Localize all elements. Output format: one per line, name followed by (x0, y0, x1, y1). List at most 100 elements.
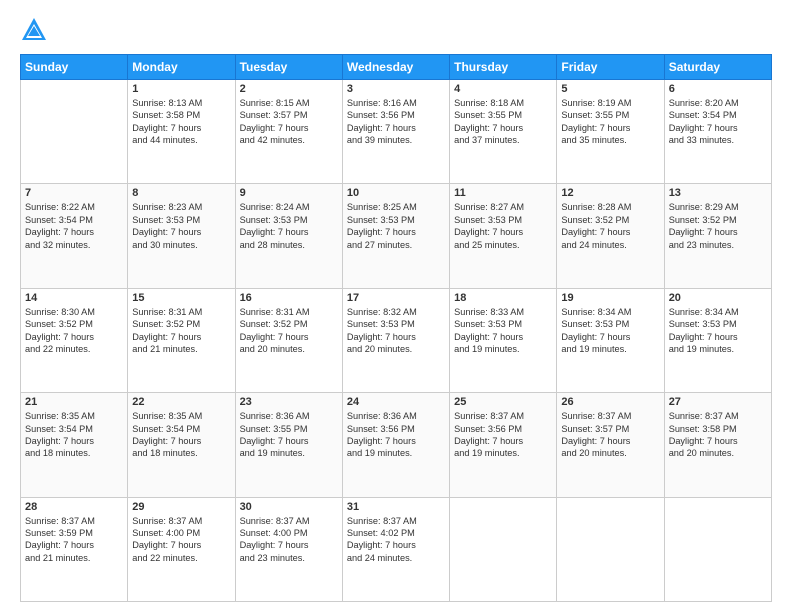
cell-content: Sunrise: 8:34 AMSunset: 3:53 PMDaylight:… (669, 306, 767, 356)
day-number: 1 (132, 83, 230, 95)
day-number: 9 (240, 187, 338, 199)
day-number: 6 (669, 83, 767, 95)
calendar-cell: 10 Sunrise: 8:25 AMSunset: 3:53 PMDayligh… (342, 184, 449, 288)
day-number: 2 (240, 83, 338, 95)
cell-content: Sunrise: 8:15 AMSunset: 3:57 PMDaylight:… (240, 97, 338, 147)
day-number: 25 (454, 396, 552, 408)
calendar-cell: 7Sunrise: 8:22 AMSunset: 3:54 PMDaylight… (21, 184, 128, 288)
cell-content: Sunrise: 8:27 AMSunset: 3:53 PMDaylight:… (454, 201, 552, 251)
calendar-body: 1Sunrise: 8:13 AMSunset: 3:58 PMDaylight… (21, 80, 772, 602)
day-number: 31 (347, 501, 445, 513)
calendar-cell (450, 497, 557, 601)
cell-content: Sunrise: 8:37 AMSunset: 4:02 PMDaylight:… (347, 515, 445, 565)
calendar-cell: 6 Sunrise: 8:20 AMSunset: 3:54 PMDaylight… (664, 80, 771, 184)
cell-content: Sunrise: 8:35 AMSunset: 3:54 PMDaylight:… (25, 410, 123, 460)
calendar-cell: 12 Sunrise: 8:28 AMSunset: 3:52 PMDayligh… (557, 184, 664, 288)
day-number: 23 (240, 396, 338, 408)
calendar-cell: 22Sunrise: 8:35 AMSunset: 3:54 PMDayligh… (128, 393, 235, 497)
day-number: 7 (25, 187, 123, 199)
calendar-cell: 29 Sunrise: 8:37 AMSunset: 4:00 PMDayligh… (128, 497, 235, 601)
day-number: 16 (240, 292, 338, 304)
cell-content: Sunrise: 8:36 AMSunset: 3:55 PMDaylight:… (240, 410, 338, 460)
day-number: 21 (25, 396, 123, 408)
day-number: 26 (561, 396, 659, 408)
day-number: 10 (347, 187, 445, 199)
calendar-cell: 17 Sunrise: 8:32 AMSunset: 3:53 PMDayligh… (342, 288, 449, 392)
calendar-cell: 30 Sunrise: 8:37 AMSunset: 4:00 PMDayligh… (235, 497, 342, 601)
day-number: 4 (454, 83, 552, 95)
cell-content: Sunrise: 8:31 AMSunset: 3:52 PMDaylight:… (132, 306, 230, 356)
day-header-thursday: Thursday (450, 55, 557, 80)
calendar-cell (664, 497, 771, 601)
day-number: 12 (561, 187, 659, 199)
cell-content: Sunrise: 8:28 AMSunset: 3:52 PMDaylight:… (561, 201, 659, 251)
day-number: 30 (240, 501, 338, 513)
cell-content: Sunrise: 8:30 AMSunset: 3:52 PMDaylight:… (25, 306, 123, 356)
calendar-cell: 15 Sunrise: 8:31 AMSunset: 3:52 PMDayligh… (128, 288, 235, 392)
calendar-cell: 20 Sunrise: 8:34 AMSunset: 3:53 PMDayligh… (664, 288, 771, 392)
calendar-cell: 27Sunrise: 8:37 AMSunset: 3:58 PMDayligh… (664, 393, 771, 497)
day-header-wednesday: Wednesday (342, 55, 449, 80)
calendar-cell: 3 Sunrise: 8:16 AMSunset: 3:56 PMDaylight… (342, 80, 449, 184)
calendar-cell: 19Sunrise: 8:34 AMSunset: 3:53 PMDayligh… (557, 288, 664, 392)
cell-content: Sunrise: 8:34 AMSunset: 3:53 PMDaylight:… (561, 306, 659, 356)
day-header-friday: Friday (557, 55, 664, 80)
cell-content: Sunrise: 8:37 AMSunset: 3:56 PMDaylight:… (454, 410, 552, 460)
day-number: 28 (25, 501, 123, 513)
day-header-tuesday: Tuesday (235, 55, 342, 80)
day-number: 17 (347, 292, 445, 304)
cell-content: Sunrise: 8:24 AMSunset: 3:53 PMDaylight:… (240, 201, 338, 251)
calendar-cell: 25 Sunrise: 8:37 AMSunset: 3:56 PMDayligh… (450, 393, 557, 497)
calendar-cell: 18Sunrise: 8:33 AMSunset: 3:53 PMDayligh… (450, 288, 557, 392)
day-number: 22 (132, 396, 230, 408)
calendar-cell: 9 Sunrise: 8:24 AMSunset: 3:53 PMDaylight… (235, 184, 342, 288)
cell-content: Sunrise: 8:20 AMSunset: 3:54 PMDaylight:… (669, 97, 767, 147)
cell-content: Sunrise: 8:31 AMSunset: 3:52 PMDaylight:… (240, 306, 338, 356)
logo-icon (20, 16, 48, 44)
calendar-cell: 23 Sunrise: 8:36 AMSunset: 3:55 PMDayligh… (235, 393, 342, 497)
calendar-cell: 26 Sunrise: 8:37 AMSunset: 3:57 PMDayligh… (557, 393, 664, 497)
cell-content: Sunrise: 8:16 AMSunset: 3:56 PMDaylight:… (347, 97, 445, 147)
day-header-saturday: Saturday (664, 55, 771, 80)
calendar-cell: 21 Sunrise: 8:35 AMSunset: 3:54 PMDayligh… (21, 393, 128, 497)
cell-content: Sunrise: 8:37 AMSunset: 3:57 PMDaylight:… (561, 410, 659, 460)
week-row-3: 21 Sunrise: 8:35 AMSunset: 3:54 PMDayligh… (21, 393, 772, 497)
week-row-4: 28Sunrise: 8:37 AMSunset: 3:59 PMDayligh… (21, 497, 772, 601)
calendar-cell: 2 Sunrise: 8:15 AMSunset: 3:57 PMDaylight… (235, 80, 342, 184)
day-header-monday: Monday (128, 55, 235, 80)
day-number: 8 (132, 187, 230, 199)
day-number: 13 (669, 187, 767, 199)
day-number: 3 (347, 83, 445, 95)
cell-content: Sunrise: 8:36 AMSunset: 3:56 PMDaylight:… (347, 410, 445, 460)
calendar-cell: 11 Sunrise: 8:27 AMSunset: 3:53 PMDayligh… (450, 184, 557, 288)
cell-content: Sunrise: 8:37 AMSunset: 4:00 PMDaylight:… (132, 515, 230, 565)
calendar-cell: 1Sunrise: 8:13 AMSunset: 3:58 PMDaylight… (128, 80, 235, 184)
calendar-cell: 31 Sunrise: 8:37 AMSunset: 4:02 PMDayligh… (342, 497, 449, 601)
calendar-cell (557, 497, 664, 601)
calendar-cell: 13 Sunrise: 8:29 AMSunset: 3:52 PMDayligh… (664, 184, 771, 288)
cell-content: Sunrise: 8:33 AMSunset: 3:53 PMDaylight:… (454, 306, 552, 356)
cell-content: Sunrise: 8:32 AMSunset: 3:53 PMDaylight:… (347, 306, 445, 356)
calendar-cell: 5Sunrise: 8:19 AMSunset: 3:55 PMDaylight… (557, 80, 664, 184)
calendar-header-row: SundayMondayTuesdayWednesdayThursdayFrid… (21, 55, 772, 80)
calendar-table: SundayMondayTuesdayWednesdayThursdayFrid… (20, 54, 772, 602)
cell-content: Sunrise: 8:29 AMSunset: 3:52 PMDaylight:… (669, 201, 767, 251)
day-header-sunday: Sunday (21, 55, 128, 80)
cell-content: Sunrise: 8:18 AMSunset: 3:55 PMDaylight:… (454, 97, 552, 147)
cell-content: Sunrise: 8:37 AMSunset: 4:00 PMDaylight:… (240, 515, 338, 565)
day-number: 15 (132, 292, 230, 304)
day-number: 5 (561, 83, 659, 95)
day-number: 14 (25, 292, 123, 304)
week-row-2: 14 Sunrise: 8:30 AMSunset: 3:52 PMDayligh… (21, 288, 772, 392)
day-number: 29 (132, 501, 230, 513)
day-number: 27 (669, 396, 767, 408)
day-number: 20 (669, 292, 767, 304)
calendar-cell: 4 Sunrise: 8:18 AMSunset: 3:55 PMDaylight… (450, 80, 557, 184)
cell-content: Sunrise: 8:25 AMSunset: 3:53 PMDaylight:… (347, 201, 445, 251)
calendar-cell (21, 80, 128, 184)
day-number: 11 (454, 187, 552, 199)
cell-content: Sunrise: 8:23 AMSunset: 3:53 PMDaylight:… (132, 201, 230, 251)
week-row-0: 1Sunrise: 8:13 AMSunset: 3:58 PMDaylight… (21, 80, 772, 184)
week-row-1: 7Sunrise: 8:22 AMSunset: 3:54 PMDaylight… (21, 184, 772, 288)
calendar-cell: 16 Sunrise: 8:31 AMSunset: 3:52 PMDayligh… (235, 288, 342, 392)
